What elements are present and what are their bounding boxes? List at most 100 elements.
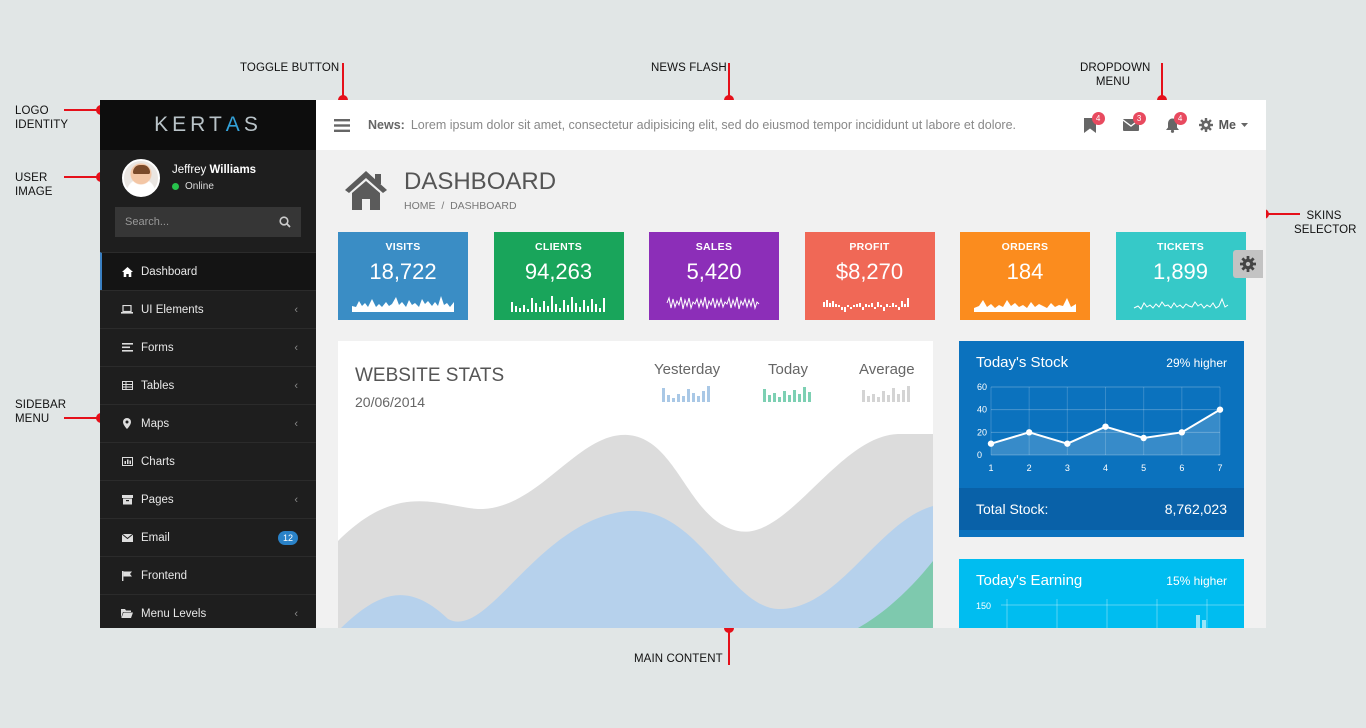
sidebar-item-menu-levels[interactable]: Menu Levels ‹ [100, 594, 316, 628]
y-tick-label: 60 [977, 382, 987, 392]
annotation-main-content: MAIN CONTENT [634, 653, 723, 665]
chevron-left-icon: ‹ [294, 303, 298, 316]
sidebar-item-forms[interactable]: Forms ‹ [100, 328, 316, 366]
notification-dropdown[interactable]: 4 [1152, 100, 1193, 150]
logo[interactable]: KERT A S [100, 100, 316, 150]
top-bar: News: Lorem ipsum dolor sit amet, consect… [316, 100, 1266, 150]
sidebar-item-tables[interactable]: Tables ‹ [100, 366, 316, 404]
x-tick-label: 1 [988, 463, 993, 473]
tile-visits[interactable]: VISITS 18,722 [338, 232, 468, 320]
y-tick-label: 20 [977, 427, 987, 437]
chevron-left-icon: ‹ [294, 341, 298, 354]
stock-point [1102, 423, 1109, 430]
search-input[interactable] [125, 216, 265, 228]
sales-sparkline [666, 296, 760, 310]
sidebar-item-dashboard[interactable]: Dashboard [100, 252, 316, 290]
visits-sparkline [352, 296, 454, 312]
sidebar-item-charts[interactable]: Charts [100, 442, 316, 480]
bookmark-count-badge: 4 [1091, 112, 1105, 125]
chevron-left-icon: ‹ [294, 379, 298, 392]
website-stats-card: WEBSITE STATS 20/06/2014 Yesterday Today… [338, 341, 933, 628]
email-count-badge: 12 [277, 530, 298, 545]
breadcrumb[interactable]: HOME / DASHBOARD [404, 200, 556, 212]
sidebar-toggle-button[interactable] [316, 100, 368, 150]
sidebar-item-email[interactable]: Email 12 [100, 518, 316, 556]
annotation-dropdown-menu: DROPDOWN MENU [1080, 62, 1151, 88]
tile-orders[interactable]: ORDERS 184 [960, 232, 1090, 320]
hamburger-icon [334, 118, 350, 132]
annotation-toggle-button: TOGGLE BUTTON [240, 62, 340, 74]
tile-tickets[interactable]: TICKETS 1,899 [1115, 232, 1246, 320]
stat-tiles: VISITS 18,722 CLIENTS 94,263 SALES 5,420 PR… [338, 232, 1246, 320]
earning-bar-chart: 150 [976, 599, 1244, 628]
profit-bars [822, 298, 909, 312]
online-dot-icon [172, 183, 179, 190]
earning-tick-label: 150 [976, 601, 991, 611]
earning-panel: Today's Earning 15% higher 150 [959, 559, 1244, 628]
table-icon [121, 380, 133, 392]
map-marker-icon [121, 418, 133, 430]
stock-title: Today's Stock [976, 354, 1069, 371]
stock-point [987, 440, 995, 447]
bar-chart-icon [121, 456, 133, 468]
bookmark-dropdown[interactable]: 4 [1070, 100, 1111, 150]
list-icon [121, 342, 133, 354]
sidebar-menu: Dashboard UI Elements ‹ Forms ‹ Tables ‹ Ma… [100, 252, 316, 628]
annotation-logo-identity: LOGO IDENTITY [15, 105, 69, 131]
tile-sales[interactable]: SALES 5,420 [649, 232, 779, 320]
page-title: DASHBOARD [404, 168, 557, 195]
user-dropdown[interactable]: Me [1198, 118, 1248, 132]
stock-panel: Today's Stock 29% higher 0 20 40 60 1 2 3 4 5 6 7 … [959, 341, 1244, 537]
stock-point [1216, 406, 1224, 413]
stock-total: Total Stock: 8,762,023 [959, 488, 1244, 530]
user-status: Online [172, 181, 256, 192]
mail-count-badge: 3 [1132, 112, 1146, 125]
annotation-sidebar-menu: SIDEBAR MENU [15, 399, 67, 425]
annotation-line [342, 63, 344, 99]
skins-selector-button[interactable] [1233, 250, 1263, 278]
tile-clients[interactable]: CLIENTS 94,263 [493, 232, 624, 320]
sidebar-item-maps[interactable]: Maps ‹ [100, 404, 316, 442]
x-tick-label: 3 [1065, 463, 1070, 473]
gear-icon [1198, 118, 1213, 132]
chevron-left-icon: ‹ [294, 607, 298, 620]
earning-title: Today's Earning [976, 572, 1083, 589]
home-icon [345, 171, 387, 210]
flag-icon [121, 570, 133, 582]
page-header: DASHBOARD HOME / DASHBOARD [344, 168, 556, 212]
avatar[interactable] [122, 159, 160, 197]
news-flash: News: Lorem ipsum dolor sit amet, consect… [368, 118, 1017, 132]
stock-change: 29% higher [1166, 356, 1227, 370]
tile-profit[interactable]: PROFIT $8,270 [804, 232, 935, 320]
sidebar-item-frontend[interactable]: Frontend [100, 556, 316, 594]
top-icons: 4 3 4 Me [1070, 100, 1248, 150]
mail-dropdown[interactable]: 3 [1111, 100, 1152, 150]
clients-bars [510, 296, 605, 312]
home-icon [121, 266, 133, 278]
user-name: Jeffrey Williams [172, 164, 257, 176]
annotation-news-flash: NEWS FLASH [651, 62, 727, 74]
gear-icon [1240, 256, 1256, 272]
earning-change: 15% higher [1166, 574, 1227, 588]
caret-down-icon [1241, 123, 1248, 127]
y-tick-label: 40 [977, 405, 987, 415]
stock-point [1178, 429, 1186, 436]
annotation-line [1264, 213, 1300, 215]
laptop-icon [121, 304, 133, 316]
annotation-line [728, 630, 730, 665]
stock-point [1025, 429, 1033, 436]
y-tick-label: 0 [977, 450, 982, 460]
x-tick-label: 4 [1103, 463, 1108, 473]
sidebar-item-ui-elements[interactable]: UI Elements ‹ [100, 290, 316, 328]
chevron-left-icon: ‹ [294, 417, 298, 430]
folder-open-icon [121, 608, 133, 620]
sidebar-item-pages[interactable]: Pages ‹ [100, 480, 316, 518]
search-icon[interactable] [279, 216, 291, 228]
annotation-user-image: USER IMAGE [15, 172, 53, 198]
x-tick-label: 2 [1027, 463, 1032, 473]
x-tick-label: 6 [1179, 463, 1184, 473]
website-stats-area-chart [338, 434, 933, 628]
annotation-line [728, 63, 730, 99]
main-content: DASHBOARD HOME / DASHBOARD VISITS 18,722 … [316, 150, 1266, 628]
stock-total-value: 8,762,023 [1164, 501, 1227, 517]
